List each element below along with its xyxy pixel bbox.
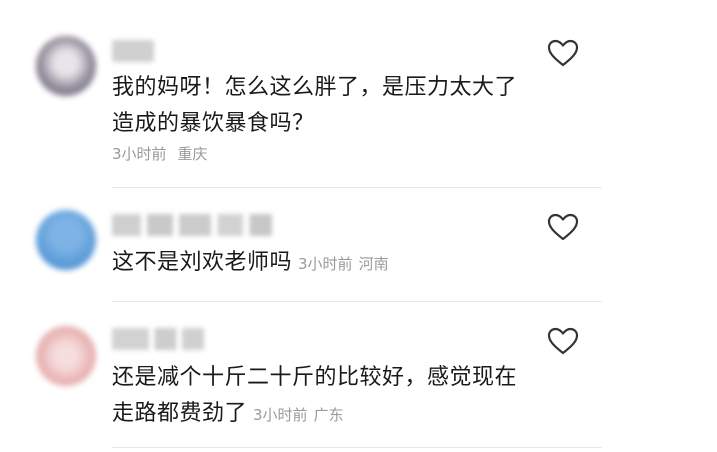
comment-text: 这不是刘欢老师吗 3小时前 河南 [112, 245, 572, 282]
comment-text: 我的妈呀！怎么这么胖了，是压力太大了造成的暴饮暴食吗？ [112, 70, 517, 142]
comment-time: 3小时前 [253, 406, 308, 424]
avatar[interactable] [36, 326, 96, 386]
divider [112, 187, 602, 188]
comment-location: 广东 [313, 406, 344, 424]
username-blurred[interactable] [112, 214, 272, 236]
comment-meta: 3小时前 重庆 [112, 143, 207, 164]
like-heart-icon[interactable] [546, 212, 580, 242]
comment-location: 重庆 [177, 145, 208, 163]
username-blurred[interactable] [112, 328, 204, 350]
like-heart-icon[interactable] [546, 38, 580, 68]
avatar[interactable] [36, 36, 96, 96]
comment-body: 我的妈呀！怎么这么胖了，是压力太大了造成的暴饮暴食吗？ [112, 75, 518, 136]
comment-text: 还是减个十斤二十斤的比较好，感觉现在走路都费劲了 3小时前 广东 [112, 360, 522, 433]
divider [112, 447, 602, 448]
comment-time: 3小时前 [298, 255, 353, 273]
like-heart-icon[interactable] [546, 326, 580, 356]
avatar[interactable] [36, 210, 96, 270]
comment-time: 3小时前 [112, 145, 167, 163]
comment-location: 河南 [358, 255, 389, 273]
divider [112, 301, 602, 302]
comment-body: 这不是刘欢老师吗 [112, 250, 293, 275]
username-blurred[interactable] [112, 40, 154, 62]
